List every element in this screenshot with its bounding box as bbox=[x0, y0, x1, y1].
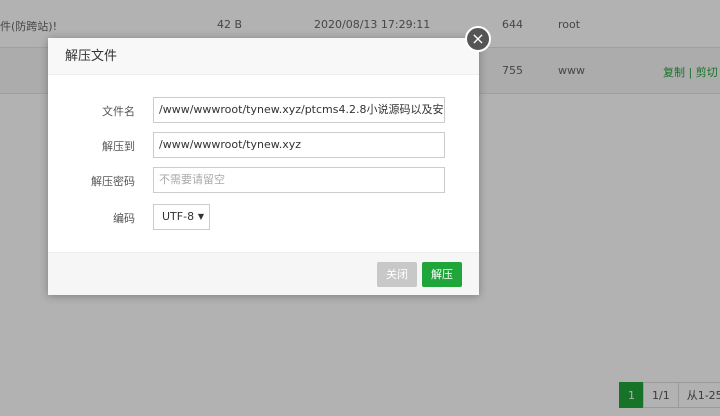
password-label: 解压密码 bbox=[91, 175, 135, 188]
password-row: 解压密码 不需要请留空 bbox=[48, 167, 479, 193]
filename-row: 文件名 /www/wwwroot/tynew.xyz/ptcms4.2.8小说源… bbox=[48, 97, 479, 123]
close-button[interactable]: 关闭 bbox=[377, 262, 417, 287]
dialog-footer: 关闭 解压 bbox=[48, 252, 479, 295]
close-icon[interactable]: × bbox=[465, 26, 491, 52]
filename-input[interactable]: /www/wwwroot/tynew.xyz/ptcms4.2.8小说源码以及安… bbox=[153, 97, 445, 123]
encoding-row: 编码 UTF-8 ▼ bbox=[48, 204, 479, 230]
filename-label: 文件名 bbox=[102, 105, 135, 118]
dest-label: 解压到 bbox=[102, 140, 135, 153]
encoding-label: 编码 bbox=[113, 212, 135, 225]
extract-dialog: 解压文件 文件名 /www/wwwroot/tynew.xyz/ptcms4.2… bbox=[48, 38, 479, 295]
dialog-title: 解压文件 bbox=[48, 38, 479, 75]
encoding-select[interactable]: UTF-8 ▼ bbox=[153, 204, 210, 230]
dest-input[interactable]: /www/wwwroot/tynew.xyz bbox=[153, 132, 445, 158]
dropdown-arrow-icon: ▼ bbox=[197, 212, 204, 221]
password-input[interactable]: 不需要请留空 bbox=[153, 167, 445, 193]
dest-row: 解压到 /www/wwwroot/tynew.xyz bbox=[48, 132, 479, 158]
encoding-value: UTF-8 bbox=[162, 210, 195, 223]
extract-button[interactable]: 解压 bbox=[422, 262, 462, 287]
